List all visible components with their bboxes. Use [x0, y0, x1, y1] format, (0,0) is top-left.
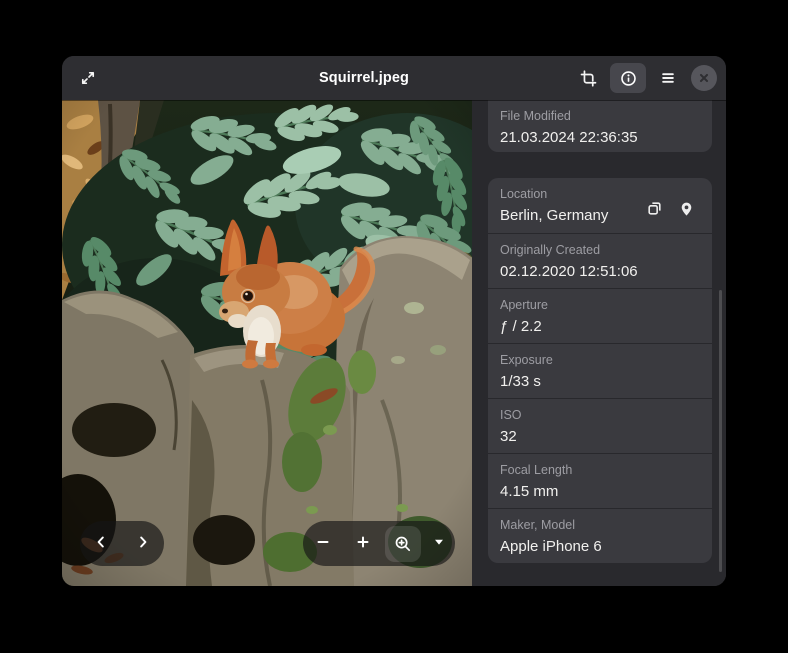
- image-viewer-window: Squirrel.jpeg: [62, 56, 726, 586]
- next-image-button[interactable]: [122, 521, 164, 566]
- close-button[interactable]: [690, 63, 718, 93]
- property-value: 1/33 s: [500, 373, 712, 391]
- zoom-menu-button[interactable]: [423, 521, 455, 566]
- property-value: 32: [500, 428, 712, 446]
- property-row-iso: ISO 32: [488, 398, 712, 453]
- header-actions: [571, 63, 718, 93]
- property-value: 4.15 mm: [500, 483, 712, 501]
- property-label: Exposure: [500, 353, 712, 368]
- fullscreen-button[interactable]: [71, 63, 105, 93]
- squirrel-photo: [62, 100, 472, 586]
- property-label: Aperture: [500, 298, 712, 313]
- hamburger-menu-icon: [660, 70, 676, 86]
- chevron-left-icon: [93, 534, 109, 553]
- chevron-right-icon: [135, 534, 151, 553]
- plus-icon: [355, 534, 371, 553]
- property-row-aperture: Aperture ƒ / 2.2: [488, 288, 712, 343]
- copy-icon: [646, 200, 663, 220]
- properties-panel: File Modified 21.03.2024 22:36:35 Locati…: [472, 100, 726, 586]
- menu-button[interactable]: [651, 63, 685, 93]
- property-row-file-modified: File Modified 21.03.2024 22:36:35: [488, 100, 712, 155]
- magnifier-plus-icon: [385, 526, 421, 562]
- property-label: Location: [500, 187, 646, 202]
- previous-image-button[interactable]: [80, 521, 122, 566]
- property-row-maker-model: Maker, Model Apple iPhone 6: [488, 508, 712, 563]
- property-label: File Modified: [500, 109, 712, 124]
- header-bar: Squirrel.jpeg: [62, 56, 726, 100]
- zoom-fit-button[interactable]: [383, 521, 423, 566]
- property-label: Maker, Model: [500, 518, 712, 533]
- zoom-out-button[interactable]: [303, 521, 343, 566]
- property-row-focal-length: Focal Length 4.15 mm: [488, 453, 712, 508]
- property-label: Originally Created: [500, 243, 712, 258]
- property-label: ISO: [500, 408, 712, 423]
- minus-icon: [315, 534, 331, 553]
- window-content: File Modified 21.03.2024 22:36:35 Locati…: [62, 100, 726, 586]
- close-x-icon: [691, 65, 717, 91]
- info-circle-icon: [620, 70, 637, 87]
- property-label: Focal Length: [500, 463, 712, 478]
- panel-scrollbar[interactable]: [719, 290, 722, 572]
- property-row-exposure: Exposure 1/33 s: [488, 343, 712, 398]
- info-button[interactable]: [610, 63, 646, 93]
- zoom-pill: [303, 521, 455, 566]
- property-value: 21.03.2024 22:36:35: [500, 129, 712, 147]
- property-card-file: File Modified 21.03.2024 22:36:35: [488, 100, 712, 152]
- property-card-exif: Location Berlin, Germany: [488, 178, 712, 563]
- property-value: Apple iPhone 6: [500, 538, 712, 556]
- location-actions: [646, 187, 712, 233]
- property-value: ƒ / 2.2: [500, 318, 712, 336]
- property-value: Berlin, Germany: [500, 207, 646, 225]
- show-on-map-button[interactable]: [679, 201, 694, 220]
- caret-down-icon: [432, 535, 446, 552]
- property-row-location: Location Berlin, Germany: [488, 178, 712, 233]
- property-row-originally-created: Originally Created 02.12.2020 12:51:06: [488, 233, 712, 288]
- crop-button[interactable]: [571, 63, 605, 93]
- map-pin-icon: [679, 201, 694, 220]
- zoom-in-button[interactable]: [343, 521, 383, 566]
- crop-icon: [580, 70, 597, 87]
- photo-canvas[interactable]: [62, 100, 472, 586]
- expand-arrows-icon: [80, 70, 96, 86]
- navigation-pill: [80, 521, 164, 566]
- window-title: Squirrel.jpeg: [182, 70, 546, 86]
- copy-location-button[interactable]: [646, 200, 663, 220]
- property-value: 02.12.2020 12:51:06: [500, 263, 712, 281]
